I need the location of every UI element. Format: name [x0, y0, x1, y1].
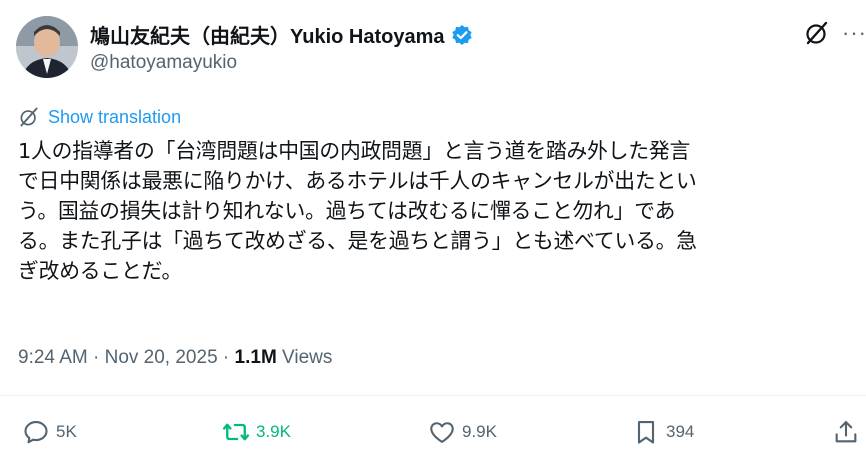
author-name-row[interactable]: 鳩山友紀夫（由紀夫）Yukio Hatoyama [90, 20, 473, 49]
tweet-meta: 9:24 AM · Nov 20, 2025 · 1.1M Views [18, 347, 332, 369]
author-handle[interactable]: @hatoyamayukio [90, 52, 237, 74]
show-translation-link[interactable]: Show translation [48, 107, 181, 128]
divider [0, 395, 866, 396]
author-display-name[interactable]: 鳩山友紀夫（由紀夫）Yukio Hatoyama [90, 20, 445, 49]
grok-icon[interactable] [804, 20, 830, 46]
reply-icon [24, 421, 48, 444]
grok-translate-icon [20, 107, 38, 127]
views-label: Views [276, 347, 333, 368]
reply-count: 5K [56, 422, 77, 441]
translate-row[interactable]: Show translation [18, 106, 181, 128]
more-options-icon[interactable]: ··· [842, 22, 866, 44]
tweet-time[interactable]: 9:24 AM [18, 347, 88, 368]
repost-icon [222, 423, 250, 441]
reply-button[interactable]: 5K [22, 418, 77, 446]
bookmark-count: 394 [666, 422, 695, 441]
share-button[interactable] [832, 418, 860, 446]
like-count: 9.9K [462, 422, 497, 441]
meta-separator: · [217, 347, 235, 368]
avatar[interactable] [16, 16, 78, 78]
meta-separator: · [87, 347, 105, 368]
repost-button[interactable]: 3.9K [222, 418, 291, 446]
views-count: 1.1M [234, 347, 277, 368]
tweet-text: 1人の指導者の「台湾問題は中国の内政問題」と言う道を踏み外した発言 で日中関係は… [18, 139, 697, 283]
tweet-date[interactable]: Nov 20, 2025 [105, 347, 218, 368]
verified-badge-icon [451, 24, 472, 45]
share-icon [835, 421, 857, 443]
heart-icon [430, 422, 454, 443]
repost-count: 3.9K [256, 422, 291, 441]
avatar-photo [16, 16, 78, 78]
bookmark-icon [637, 421, 655, 444]
like-button[interactable]: 9.9K [428, 418, 497, 446]
action-bar: 5K 3.9K 9.9K 394 [0, 418, 866, 454]
bookmark-button[interactable]: 394 [632, 418, 694, 446]
